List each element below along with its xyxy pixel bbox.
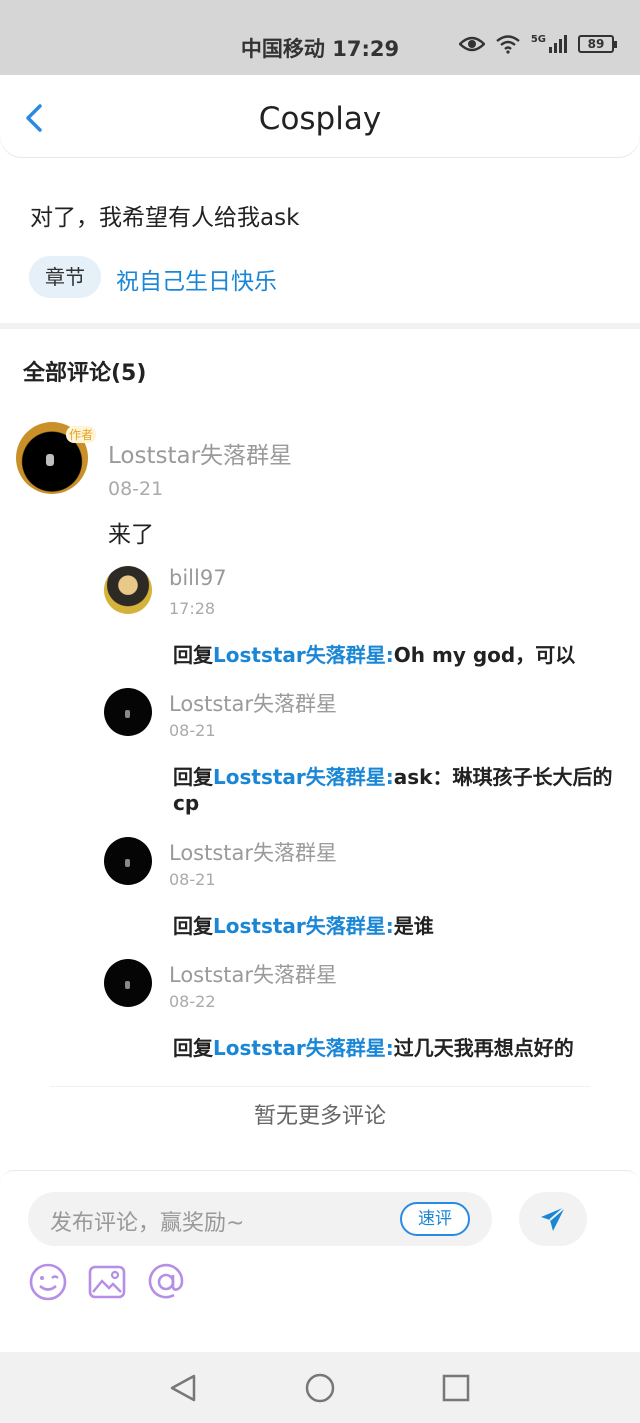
status-icons: 5G 89 xyxy=(458,33,617,54)
avatar[interactable] xyxy=(104,959,152,1007)
no-more-comments: 暂无更多评论 xyxy=(253,1104,386,1129)
system-nav-bar xyxy=(0,1352,640,1423)
avatar[interactable] xyxy=(104,688,152,736)
mention-icon[interactable] xyxy=(146,1262,186,1302)
reply-body: 是谁 xyxy=(393,914,434,938)
reply-prefix: 回复 xyxy=(173,643,213,667)
wifi-icon xyxy=(496,35,520,54)
reply-author[interactable]: Loststar失落群星 xyxy=(169,837,337,867)
reply-item[interactable]: bill97 17:28 回复Loststar失落群星:Oh my god，可以 xyxy=(104,566,624,676)
reply-text: 回复Loststar失落群星:ask：琳琪孩子长大后的cp xyxy=(173,764,623,816)
reply-item[interactable]: Loststar失落群星 08-21 回复Loststar失落群星:ask：琳琪… xyxy=(104,688,624,822)
reply-author[interactable]: Loststar失落群星 xyxy=(169,688,337,718)
reply-date: 17:28 xyxy=(169,599,216,618)
avatar-figure xyxy=(125,981,130,989)
back-nav-icon[interactable] xyxy=(168,1372,200,1404)
section-divider xyxy=(0,323,640,329)
reply-text: 回复Loststar失落群星:是谁 xyxy=(173,913,623,939)
reply-mention[interactable]: Loststar失落群星: xyxy=(213,643,394,667)
eye-icon xyxy=(458,36,485,52)
reply-prefix: 回复 xyxy=(173,765,213,789)
comment-placeholder: 发布评论，赢奖励~ xyxy=(50,1211,245,1236)
comment-composer: 发布评论，赢奖励~ 速评 xyxy=(0,1170,640,1352)
comment-input[interactable]: 发布评论，赢奖励~ 速评 xyxy=(28,1192,492,1246)
avatar-figure xyxy=(125,859,130,867)
reply-date: 08-22 xyxy=(169,992,216,1011)
avatar[interactable]: 作者 xyxy=(16,422,96,494)
reply-item[interactable]: Loststar失落群星 08-22 回复Loststar失落群星:过几天我再想… xyxy=(104,959,624,1069)
status-bar: 中国移动 17:29 5G 89 xyxy=(0,0,640,75)
avatar[interactable] xyxy=(104,566,152,614)
send-button[interactable] xyxy=(519,1192,587,1246)
reply-body: 过几天我再想点好的 xyxy=(393,1036,574,1060)
reply-body: Oh my god，可以 xyxy=(393,643,576,667)
avatar[interactable] xyxy=(104,837,152,885)
home-nav-icon[interactable] xyxy=(304,1372,336,1404)
quick-comment-button[interactable]: 速评 xyxy=(400,1202,470,1236)
comments-heading: 全部评论(5) xyxy=(23,361,147,386)
reply-prefix: 回复 xyxy=(173,1036,213,1060)
reply-item[interactable]: Loststar失落群星 08-21 回复Loststar失落群星:是谁 xyxy=(104,837,624,947)
chapter-link[interactable]: 祝自己生日快乐 xyxy=(116,262,277,296)
reply-prefix: 回复 xyxy=(173,914,213,938)
recents-nav-icon[interactable] xyxy=(440,1372,472,1404)
chapter-tag: 章节 xyxy=(29,256,101,298)
reply-date: 08-21 xyxy=(169,870,216,889)
post-text: 对了，我希望有人给我ask xyxy=(30,205,300,231)
author-badge: 作者 xyxy=(65,426,96,443)
signal-icon xyxy=(549,35,567,53)
network-label: 5G xyxy=(530,33,546,45)
reply-author[interactable]: Loststar失落群星 xyxy=(169,959,337,989)
battery-icon: 89 xyxy=(578,35,617,53)
comment-content[interactable]: 来了 xyxy=(108,515,154,549)
reply-mention[interactable]: Loststar失落群星: xyxy=(213,914,394,938)
comment-date: 08-21 xyxy=(108,478,164,500)
avatar-figure xyxy=(46,454,54,466)
image-icon[interactable] xyxy=(87,1262,127,1302)
reply-text: 回复Loststar失落群星:Oh my god，可以 xyxy=(173,642,623,668)
send-icon xyxy=(541,1206,566,1231)
nav-bar: Cosplay xyxy=(0,75,640,157)
reply-mention[interactable]: Loststar失落群星: xyxy=(213,1036,394,1060)
reply-date: 08-21 xyxy=(169,721,216,740)
comment-author[interactable]: Loststar失落群星 xyxy=(108,436,292,470)
emoji-icon[interactable] xyxy=(28,1262,68,1302)
page-title: Cosplay xyxy=(258,101,382,137)
reply-author[interactable]: bill97 xyxy=(169,566,227,590)
avatar-figure xyxy=(125,710,130,718)
divider xyxy=(50,1086,590,1087)
reply-text: 回复Loststar失落群星:过几天我再想点好的 xyxy=(173,1035,623,1061)
reply-mention[interactable]: Loststar失落群星: xyxy=(213,765,394,789)
